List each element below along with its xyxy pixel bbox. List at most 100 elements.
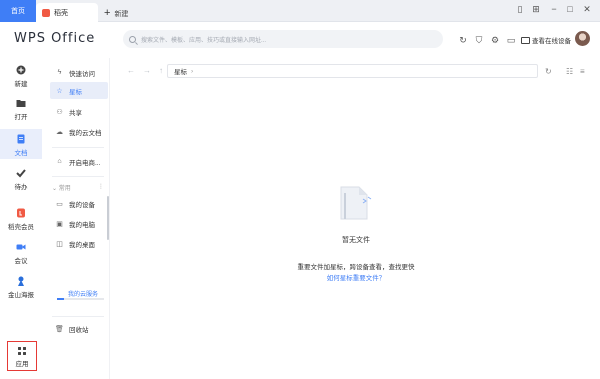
document-icon — [17, 134, 25, 144]
nav-item-label: 我的云文档 — [69, 129, 102, 137]
cloud-service-link[interactable]: 我的云服务 — [68, 289, 98, 298]
nav-item-starred[interactable]: ☆ 星标 — [50, 82, 108, 99]
nav-item-label: 我的桌面 — [69, 241, 95, 249]
desktop-icon: ◫ — [56, 240, 63, 248]
rail-item-new[interactable]: 新建 — [0, 65, 42, 88]
rail-item-documents[interactable]: 文档 — [0, 129, 42, 159]
nav-item-my-devices[interactable]: ▭ 我的设备 — [50, 195, 108, 212]
nav-item-label: 我的电脑 — [69, 221, 95, 229]
minimize-icon[interactable]: − — [548, 4, 560, 14]
plus-icon: + — [104, 7, 111, 19]
brand-logo: WPS Office — [14, 31, 96, 46]
online-devices-label: 查看在线设备 — [532, 38, 571, 45]
sort-icon[interactable]: ≡ — [580, 67, 585, 76]
lightning-icon: ϟ — [57, 69, 62, 76]
nav-item-label: 回收站 — [69, 326, 89, 334]
tab-home[interactable]: 首页 — [0, 0, 36, 22]
tab-daoke[interactable]: 稻壳 — [36, 3, 98, 22]
message-icon[interactable]: ▭ — [506, 35, 516, 45]
rail-item-label: 待办 — [14, 184, 28, 191]
divider — [52, 316, 104, 317]
share-icon: ⚇ — [56, 108, 63, 116]
window-mode-icon[interactable]: ▯ — [514, 4, 526, 15]
trash-icon: 🗑 — [55, 325, 64, 333]
secondary-nav: ϟ 快速访问 ☆ 星标 ⚇ 共享 ☁ 我的云文档 ⌂ 开启电商... ⌄ 常用 … — [46, 58, 110, 379]
refresh-icon[interactable]: ↻ — [545, 67, 552, 76]
nav-item-recycle-bin[interactable]: 🗑 回收站 — [50, 320, 108, 337]
divider — [52, 147, 104, 148]
close-icon[interactable]: ✕ — [581, 4, 593, 15]
progress-fill — [57, 298, 65, 300]
new-tab-label: 新建 — [114, 10, 129, 18]
view-toggle-icon[interactable]: ☷ — [566, 67, 573, 76]
how-to-star-link[interactable]: 如何星标重要文件？ — [112, 272, 600, 282]
breadcrumb[interactable]: 星标 › — [167, 64, 538, 78]
rail-item-open[interactable]: 打开 — [0, 98, 42, 121]
maximize-icon[interactable]: □ — [564, 4, 576, 14]
daoke-logo-icon — [42, 8, 50, 17]
video-icon — [16, 244, 26, 250]
avatar[interactable] — [575, 31, 590, 46]
empty-state-title: 暂无文件 — [342, 237, 370, 244]
header: WPS Office 搜索文件、模板、应用、技巧或直接输入网址... ↻ ⛉ ⚙… — [0, 22, 600, 58]
history-nav: ← → ↑ — [127, 66, 163, 75]
rail-item-label: 新建 — [14, 81, 28, 88]
nav-scrollbar[interactable] — [107, 196, 109, 240]
search-placeholder: 搜索文件、模板、应用、技巧或直接输入网址... — [141, 37, 267, 44]
settings-icon[interactable]: ⚙ — [490, 35, 500, 45]
rail-item-label: 金山海报 — [8, 292, 34, 299]
search-icon — [129, 35, 136, 43]
nav-item-label: 快速访问 — [69, 70, 95, 78]
nav-item-label: 星标 — [69, 88, 82, 96]
rail-item-todo[interactable]: 待办 — [0, 168, 42, 191]
nav-item-label: 共享 — [69, 109, 82, 117]
new-tab-button[interactable]: + 新建 — [104, 4, 128, 23]
poster-icon — [18, 276, 24, 286]
rail-item-label: 打开 — [14, 114, 28, 121]
daoke-icon — [17, 208, 25, 218]
nav-group-header[interactable]: ⌄ 常用 ⋮ — [52, 183, 104, 192]
breadcrumb-current[interactable]: 星标 — [174, 66, 187, 76]
rail-item-apps[interactable]: 应用 — [7, 341, 37, 371]
skin-icon[interactable]: ⊞ — [530, 4, 542, 15]
empty-state-description: 重要文件加星标，跨设备查看，查找更快 — [297, 264, 415, 271]
divider — [52, 176, 104, 177]
sync-icon[interactable]: ↻ — [458, 35, 468, 45]
nav-item-label: 我的设备 — [69, 201, 95, 209]
back-icon[interactable]: ← — [127, 66, 135, 75]
computer-icon: ▣ — [56, 220, 63, 228]
empty-folder-illustration — [340, 186, 372, 220]
tab-bar: 首页 稻壳 + 新建 ▯ ⊞ − □ ✕ — [0, 0, 600, 22]
nav-item-my-computer[interactable]: ▣ 我的电脑 — [50, 215, 108, 232]
apps-grid-icon — [18, 347, 26, 355]
folder-icon — [16, 100, 26, 107]
more-icon[interactable]: ⋮ — [98, 183, 104, 192]
rail-item-label: 稻壳会员 — [8, 224, 34, 231]
nav-item-ecommerce[interactable]: ⌂ 开启电商... — [50, 153, 108, 170]
shirt-icon[interactable]: ⛉ — [474, 35, 484, 45]
check-icon — [16, 169, 26, 178]
monitor-icon — [521, 36, 530, 44]
nav-item-label: 开启电商... — [69, 159, 101, 167]
cloud-icon: ☁ — [56, 128, 63, 136]
up-icon[interactable]: ↑ — [159, 66, 163, 75]
rail-item-daoke-member[interactable]: 稻壳会员 — [0, 208, 42, 231]
rail-item-label: 会议 — [14, 258, 28, 265]
nav-item-quick-access[interactable]: ϟ 快速访问 — [50, 64, 108, 81]
left-rail: 新建 打开 文档 待办 稻壳会员 会议 金山海报 应用 — [0, 58, 42, 379]
cloud-storage-progress — [57, 298, 104, 300]
rail-item-label: 文档 — [14, 150, 28, 157]
nav-group-label: ⌄ 常用 — [52, 186, 71, 192]
rail-item-meeting[interactable]: 会议 — [0, 242, 42, 265]
devices-icon: ▭ — [56, 200, 63, 208]
online-devices-button[interactable]: 查看在线设备 — [521, 35, 571, 45]
tab-daoke-label: 稻壳 — [54, 9, 68, 17]
shop-icon: ⌂ — [57, 158, 62, 165]
star-icon: ☆ — [56, 87, 63, 95]
nav-item-shared[interactable]: ⚇ 共享 — [50, 103, 108, 120]
search-input[interactable]: 搜索文件、模板、应用、技巧或直接输入网址... — [123, 30, 443, 48]
nav-item-my-desktop[interactable]: ◫ 我的桌面 — [50, 235, 108, 252]
rail-item-poster[interactable]: 金山海报 — [0, 276, 42, 299]
nav-item-cloud-docs[interactable]: ☁ 我的云文档 — [50, 123, 108, 140]
forward-icon[interactable]: → — [143, 66, 151, 75]
